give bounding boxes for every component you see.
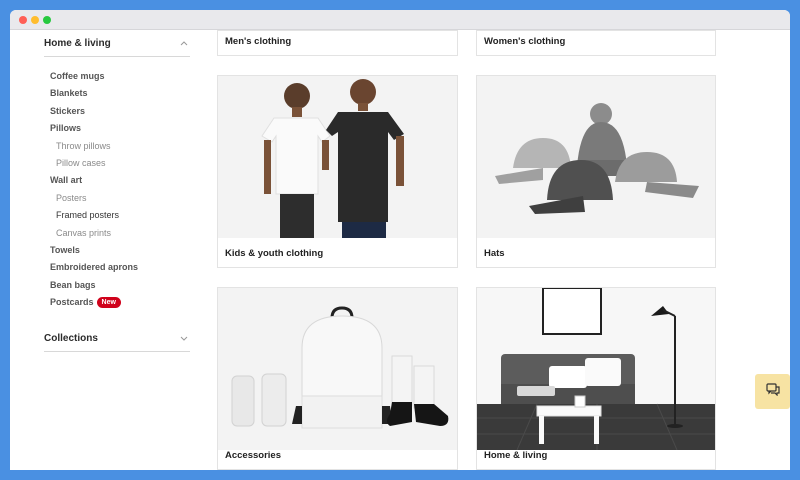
chevron-up-icon <box>180 38 188 48</box>
category-coffee-mugs[interactable]: Coffee mugs <box>50 68 190 85</box>
category-pillows[interactable]: Pillows <box>50 120 190 137</box>
category-card-mens-clothing[interactable]: Men's clothing <box>217 30 458 56</box>
category-blankets[interactable]: Blankets <box>50 85 190 102</box>
category-label: Towels <box>50 244 80 255</box>
card-label: Kids & youth clothing <box>225 248 324 259</box>
category-list: Coffee mugs Blankets Stickers Pillows Th… <box>44 57 190 311</box>
section-title: Home & living <box>44 37 111 49</box>
chevron-down-icon <box>180 333 188 343</box>
category-card-kids-youth-clothing[interactable]: Kids & youth clothing <box>217 75 458 268</box>
maximize-window-button[interactable] <box>43 16 51 24</box>
hats-image <box>477 76 715 238</box>
subcategory-framed-posters[interactable]: Framed posters <box>50 207 190 224</box>
card-label: Home & living <box>484 450 548 461</box>
category-sidebar: Home & living Coffee mugs Blankets Stick… <box>44 30 190 353</box>
window-titlebar <box>10 10 790 30</box>
section-title: Collections <box>44 332 98 344</box>
category-label: Stickers <box>50 105 86 116</box>
category-label: Coffee mugs <box>50 71 105 81</box>
card-label: Hats <box>484 248 505 259</box>
subcategory-canvas-prints[interactable]: Canvas prints <box>50 225 190 242</box>
subcategory-posters[interactable]: Posters <box>50 190 190 207</box>
category-postcards[interactable]: Postcards New <box>50 294 190 311</box>
category-card-womens-clothing[interactable]: Women's clothing <box>476 30 716 56</box>
card-label: Accessories <box>225 450 281 461</box>
card-label: Women's clothing <box>484 36 566 47</box>
home-living-section-toggle[interactable]: Home & living <box>44 30 190 57</box>
new-badge: New <box>96 297 121 309</box>
chat-button[interactable] <box>755 374 790 409</box>
card-label: Men's clothing <box>225 36 292 47</box>
home-living-image <box>477 288 715 450</box>
category-card-home-living[interactable]: Home & living <box>476 287 716 470</box>
chat-icon <box>765 382 780 401</box>
category-stickers[interactable]: Stickers <box>50 103 190 120</box>
category-label: Pillows <box>50 123 82 134</box>
accessories-image <box>218 288 457 450</box>
category-bean-bags[interactable]: Bean bags <box>50 277 190 294</box>
kids-clothing-image <box>218 76 457 238</box>
subcategory-pillow-cases[interactable]: Pillow cases <box>50 155 190 172</box>
category-label: Postcards <box>50 297 94 308</box>
category-towels[interactable]: Towels <box>50 242 190 259</box>
close-window-button[interactable] <box>19 16 27 24</box>
browser-window: Home & living Coffee mugs Blankets Stick… <box>10 10 790 470</box>
collections-section-toggle[interactable]: Collections <box>44 325 190 353</box>
category-label: Blankets <box>50 88 88 99</box>
category-card-accessories[interactable]: Accessories <box>217 287 458 470</box>
category-embroidered-aprons[interactable]: Embroidered aprons <box>50 259 190 276</box>
category-wall-art[interactable]: Wall art <box>50 172 190 189</box>
category-label: Embroidered aprons <box>50 262 139 273</box>
subcategory-throw-pillows[interactable]: Throw pillows <box>50 138 190 155</box>
minimize-window-button[interactable] <box>31 16 39 24</box>
category-label: Wall art <box>50 175 83 186</box>
category-card-hats[interactable]: Hats <box>476 75 716 268</box>
category-label: Bean bags <box>50 279 96 290</box>
